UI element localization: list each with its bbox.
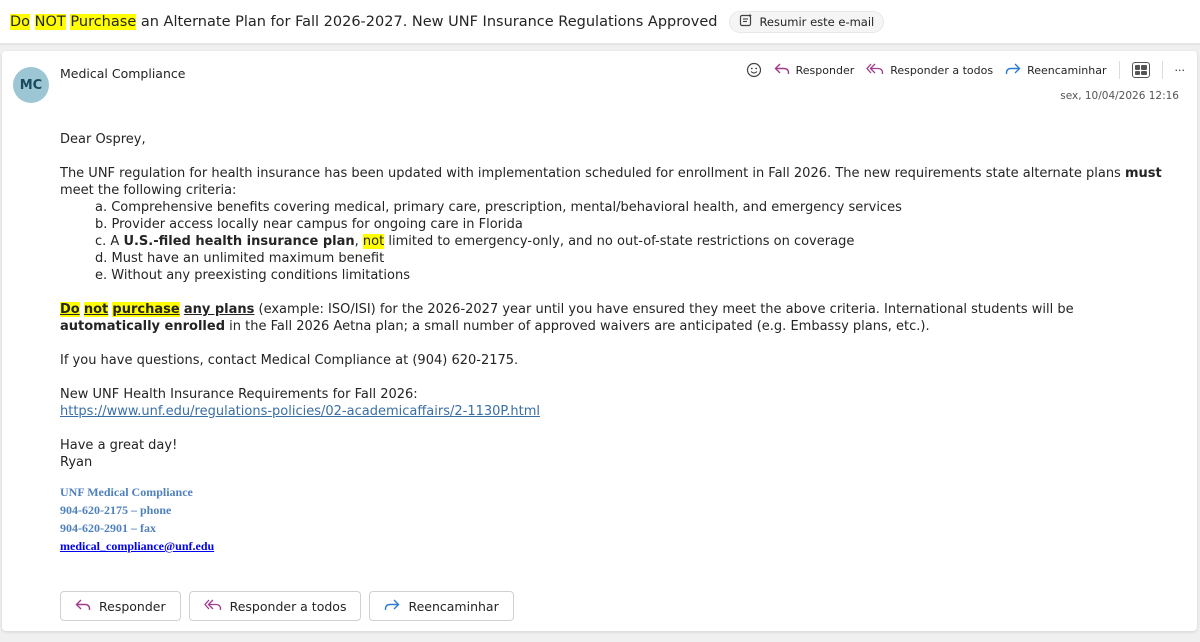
signature-org: UNF Medical Compliance [60,485,193,499]
paragraph-2: Do not purchase any plans (example: ISO/… [60,302,1074,334]
subject-highlight-not: NOT [34,13,66,30]
signature-email-link[interactable]: medical_compliance@unf.edu [60,539,214,553]
avatar[interactable]: MC [13,67,49,103]
message-date: sex, 10/04/2026 12:16 [1060,90,1179,102]
list-item: e. Without any preexisting conditions li… [95,268,410,283]
summarize-icon [739,13,753,30]
reply-all-label-top: Responder a todos [890,63,994,77]
actions-divider-2 [1161,61,1163,79]
subject-highlight-purchase: Purchase [70,13,137,30]
list-item: a. Comprehensive benefits covering medic… [95,200,902,215]
forward-label: Reencaminhar [408,598,499,614]
list-item: b. Provider access locally near campus f… [95,217,523,232]
summarize-label: Resumir este e-mail [759,14,875,29]
signer-name: Ryan [60,455,93,470]
reply-all-button-top[interactable]: Responder a todos [866,62,993,79]
summarize-button[interactable]: Resumir este e-mail [729,10,885,33]
paragraph-4: New UNF Health Insurance Requirements fo… [60,387,418,402]
criteria-list: a. Comprehensive benefits covering medic… [60,199,1170,284]
layout-grid-icon[interactable] [1131,62,1150,78]
bottom-actions: Responder Responder a todos Reencaminhar [60,591,514,621]
forward-button[interactable]: Reencaminhar [369,591,514,621]
reply-all-icon [203,598,222,615]
requirements-link[interactable]: https://www.unf.edu/regulations-policies… [60,404,540,419]
closing: Have a great day! [60,438,178,453]
signature-fax: 904-620-2901 – fax [60,521,156,535]
paragraph-1: The UNF regulation for health insurance … [60,166,1162,198]
list-item: d. Must have an unlimited maximum benefi… [95,251,385,266]
greeting: Dear Osprey, [60,132,146,147]
reply-button[interactable]: Responder [60,591,181,621]
signature: UNF Medical Compliance 904-620-2175 – ph… [60,483,1170,555]
signature-phone: 904-620-2175 – phone [60,503,172,517]
forward-icon [1005,62,1021,79]
forward-button-top[interactable]: Reencaminhar [1005,62,1107,79]
subject-rest: an Alternate Plan for Fall 2026-2027. Ne… [140,13,718,30]
email-subject: Do NOT Purchase an Alternate Plan for Fa… [10,13,718,30]
sender-name[interactable]: Medical Compliance [60,66,185,81]
forward-icon [384,598,400,615]
subject-bar: Do NOT Purchase an Alternate Plan for Fa… [0,0,1200,44]
message-card: MC Medical Compliance Responder Responde… [2,51,1197,631]
reply-icon [75,598,91,615]
message-actions: Responder Responder a todos Reencaminhar… [746,61,1185,79]
list-item: c. A U.S.-filed health insurance plan, n… [95,234,855,249]
reply-all-button[interactable]: Responder a todos [188,591,362,621]
more-options-icon[interactable]: ··· [1175,64,1186,77]
reply-label: Responder [99,598,166,614]
reply-button-top[interactable]: Responder [774,62,855,79]
emoji-icon[interactable] [746,62,762,78]
reply-all-icon [866,62,884,79]
message-body: Dear Osprey, The UNF regulation for heal… [60,131,1170,555]
reply-icon [774,62,790,79]
forward-label-top: Reencaminhar [1027,63,1107,77]
reply-all-label: Responder a todos [229,598,347,614]
actions-divider [1118,61,1120,79]
subject-highlight-do: Do [10,13,31,30]
reply-label-top: Responder [795,63,855,77]
paragraph-3: If you have questions, contact Medical C… [60,353,519,368]
